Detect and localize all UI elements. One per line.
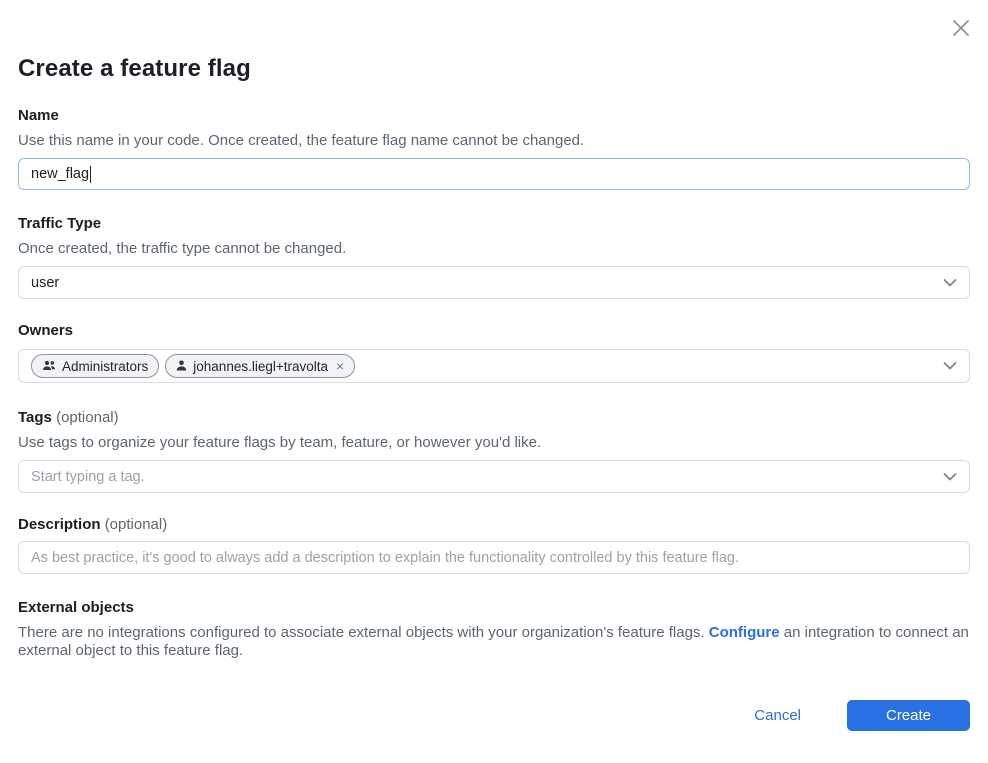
tags-description: Use tags to organize your feature flags … xyxy=(18,435,970,451)
tags-optional-text: (optional) xyxy=(56,409,119,426)
owner-chip-label: Administrators xyxy=(62,359,148,374)
close-icon xyxy=(950,27,972,42)
dialog-footer: Cancel Create xyxy=(18,700,970,731)
traffic-type-value: user xyxy=(31,275,59,291)
traffic-type-label: Traffic Type xyxy=(18,216,970,232)
traffic-type-description: Once created, the traffic type cannot be… xyxy=(18,241,970,257)
tags-label: Tags (optional) xyxy=(18,410,970,426)
description-input[interactable] xyxy=(18,541,970,574)
traffic-type-select[interactable]: user xyxy=(18,266,970,299)
description-label-text: Description xyxy=(18,516,101,533)
tags-select[interactable]: Start typing a tag. xyxy=(18,460,970,493)
owners-select[interactable]: Administrators johannes.liegl+travolta × xyxy=(18,349,970,383)
chip-remove-icon[interactable]: × xyxy=(336,359,344,373)
chevron-down-icon xyxy=(943,362,957,371)
owners-label: Owners xyxy=(18,323,970,339)
cancel-button[interactable]: Cancel xyxy=(742,701,813,730)
owner-chip-label: johannes.liegl+travolta xyxy=(193,359,328,374)
create-feature-flag-dialog: Create a feature flag Name Use this name… xyxy=(0,0,988,763)
name-input[interactable]: new_flag xyxy=(18,158,970,190)
owner-chip-administrators[interactable]: Administrators xyxy=(31,354,159,378)
external-objects-text: There are no integrations configured to … xyxy=(18,624,970,660)
tags-placeholder: Start typing a tag. xyxy=(31,469,145,485)
close-button[interactable] xyxy=(948,15,974,41)
name-label: Name xyxy=(18,108,970,124)
dialog-title: Create a feature flag xyxy=(18,0,970,83)
external-objects-text-before: There are no integrations configured to … xyxy=(18,624,709,641)
group-icon xyxy=(42,359,56,374)
text-cursor xyxy=(90,166,91,183)
chevron-down-icon xyxy=(943,472,957,481)
name-input-value: new_flag xyxy=(31,166,89,182)
chevron-down-icon xyxy=(943,278,957,287)
name-description: Use this name in your code. Once created… xyxy=(18,133,970,149)
configure-link[interactable]: Configure xyxy=(709,624,780,641)
external-objects-label: External objects xyxy=(18,600,970,616)
description-optional-text: (optional) xyxy=(105,516,168,533)
user-icon xyxy=(176,359,187,374)
tags-label-text: Tags xyxy=(18,409,52,426)
create-button[interactable]: Create xyxy=(847,700,970,731)
description-label: Description (optional) xyxy=(18,517,970,533)
owner-chip-user[interactable]: johannes.liegl+travolta × xyxy=(165,354,355,378)
